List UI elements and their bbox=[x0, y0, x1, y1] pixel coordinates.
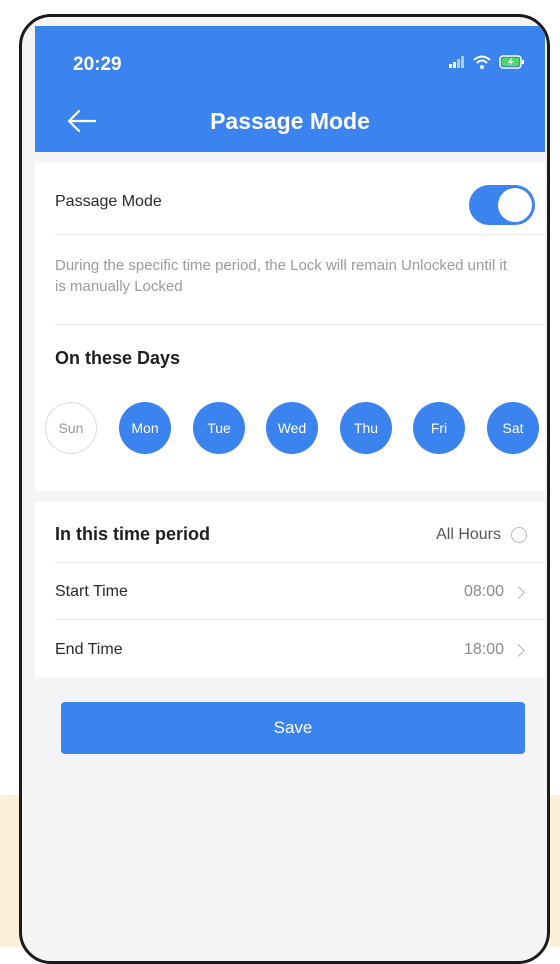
divider bbox=[55, 619, 545, 620]
end-time-value: 18:00 bbox=[463, 641, 504, 658]
page-title: Passage Mode bbox=[210, 108, 370, 134]
status-time: 20:29 bbox=[73, 54, 122, 75]
start-time-value: 08:00 bbox=[463, 583, 504, 600]
passage-mode-description: During the specific time period, the Loc… bbox=[55, 257, 507, 295]
wifi-icon bbox=[473, 55, 491, 69]
passage-mode-toggle[interactable] bbox=[469, 185, 535, 225]
divider bbox=[55, 562, 545, 563]
day-thu-button[interactable]: Thu bbox=[340, 402, 392, 454]
phone-frame: 20:29 Passage Mode Passage Mode During t… bbox=[19, 14, 550, 964]
app-screen: 20:29 Passage Mode Passage Mode During t… bbox=[35, 26, 545, 961]
start-time-row[interactable]: 08:00 bbox=[464, 583, 527, 601]
days-section-title: On these Days bbox=[55, 348, 181, 368]
divider bbox=[55, 324, 545, 325]
save-button[interactable]: Save bbox=[61, 702, 525, 754]
chevron-right-icon bbox=[512, 643, 525, 657]
chevron-right-icon bbox=[512, 585, 525, 599]
day-mon-button[interactable]: Mon bbox=[119, 402, 171, 454]
day-sun-button[interactable]: Sun bbox=[45, 402, 97, 454]
app-bar: 20:29 Passage Mode bbox=[35, 26, 545, 152]
day-tue-button[interactable]: Tue bbox=[193, 402, 245, 454]
status-icons bbox=[449, 55, 525, 69]
all-hours-label: All Hours bbox=[436, 526, 501, 543]
all-hours-radio[interactable] bbox=[511, 527, 527, 543]
day-fri-button[interactable]: Fri bbox=[413, 402, 465, 454]
cellular-signal-icon bbox=[449, 56, 464, 68]
divider bbox=[55, 234, 545, 235]
day-wed-button[interactable]: Wed bbox=[266, 402, 318, 454]
end-time-row[interactable]: 18:00 bbox=[464, 641, 527, 659]
day-sat-button[interactable]: Sat bbox=[487, 402, 539, 454]
all-hours-option[interactable]: All Hours bbox=[436, 526, 527, 544]
toggle-knob bbox=[498, 188, 532, 222]
battery-charging-icon bbox=[499, 55, 524, 69]
